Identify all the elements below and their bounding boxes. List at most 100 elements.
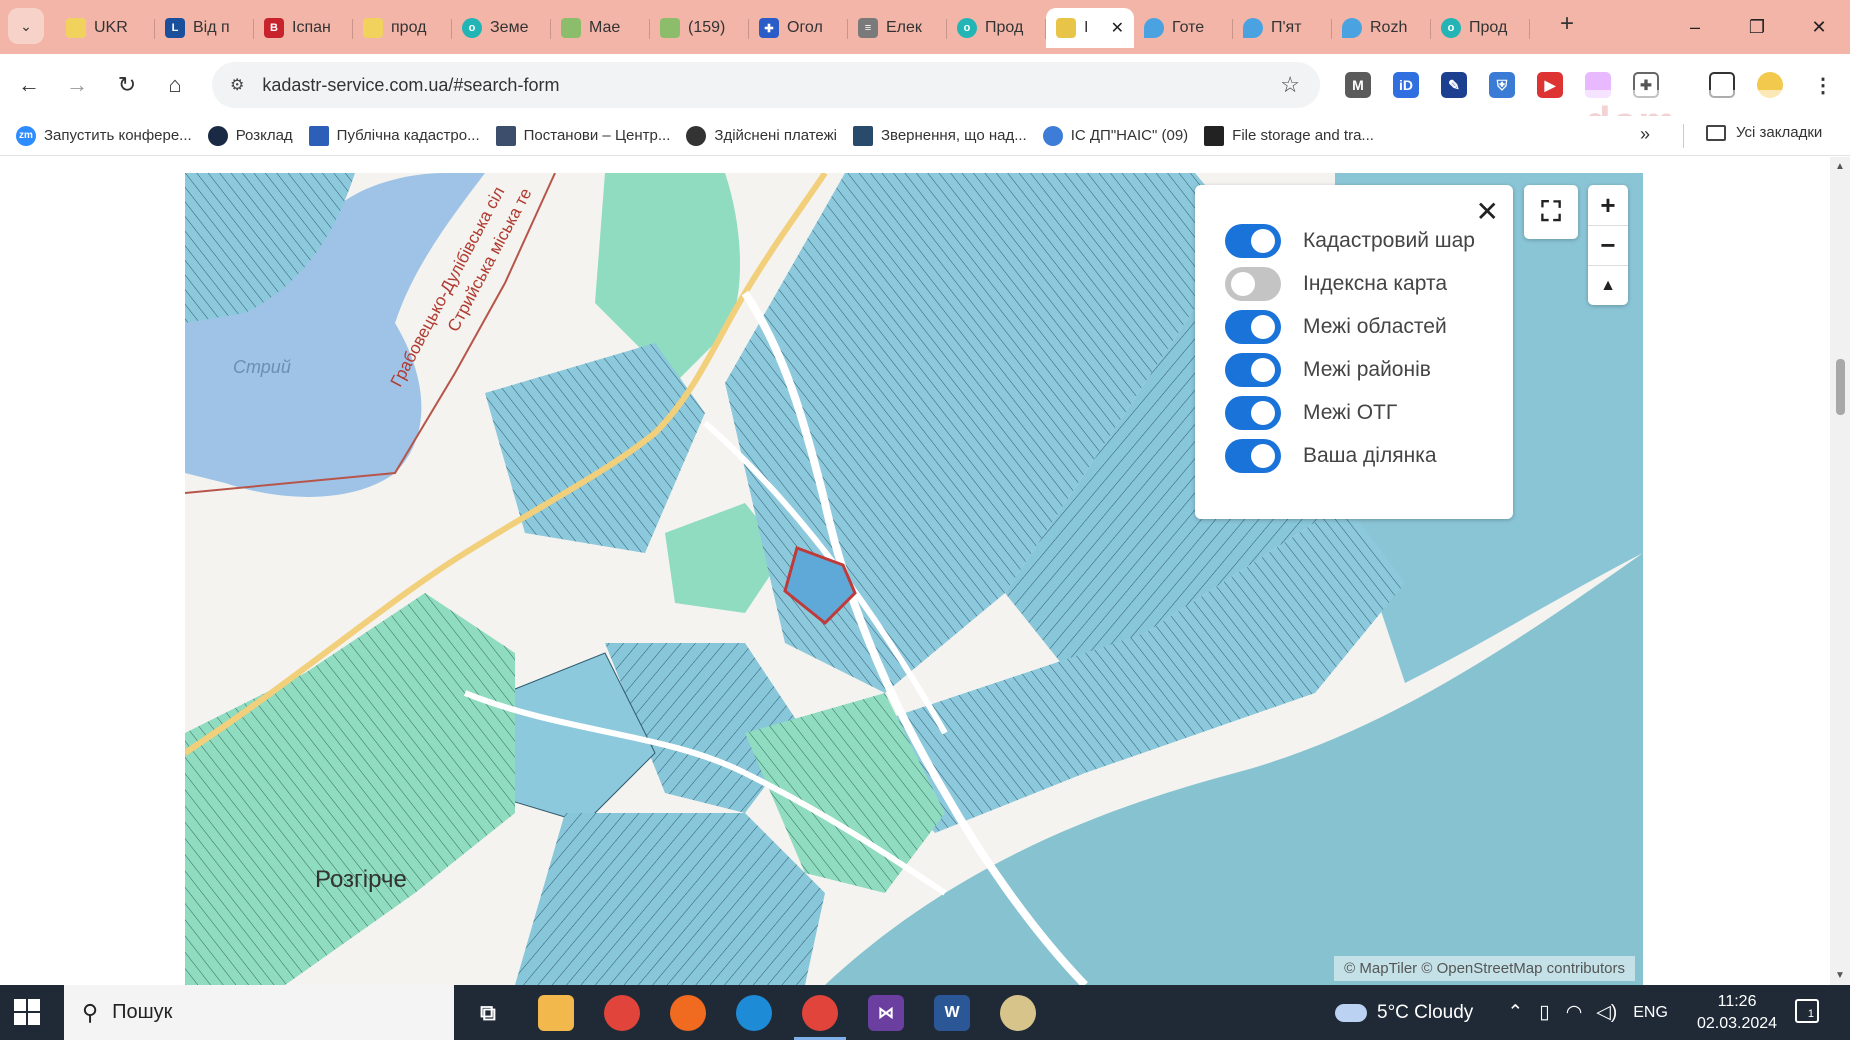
scroll-thumb[interactable] xyxy=(1836,359,1845,415)
restore-button[interactable]: ❐ xyxy=(1726,0,1788,54)
forward-arrow-icon[interactable]: → xyxy=(62,70,92,100)
layer-toggle-rayon[interactable]: Межі районів xyxy=(1225,352,1431,388)
more-bookmarks-icon[interactable]: » xyxy=(1640,124,1650,145)
search-placeholder: Пошук xyxy=(112,1001,173,1023)
reload-icon[interactable]: ↻ xyxy=(112,70,142,100)
tab-14[interactable]: o Прод xyxy=(1431,8,1530,48)
notifications-icon[interactable]: 1 xyxy=(1795,999,1819,1023)
tab-3[interactable]: прод xyxy=(353,8,452,48)
tab-strip: UKR L Від п B Іспан прод o Земе Мае (159) ✚… xyxy=(56,8,1530,54)
tab-6[interactable]: (159) xyxy=(650,8,749,48)
weather-text[interactable]: 5°C Cloudy xyxy=(1377,1002,1473,1024)
layer-toggle-index-map[interactable]: Індексна карта xyxy=(1225,266,1447,302)
edge-icon[interactable] xyxy=(736,995,772,1031)
map-attribution[interactable]: © MapTiler © OpenStreetMap contributors xyxy=(1334,956,1635,981)
battery-icon[interactable]: ▯ xyxy=(1539,1001,1549,1024)
system-tray: 5°C Cloudy ⌃ ▯ ◠ ◁) ENG xyxy=(1335,985,1668,1040)
layer-panel: ✕ Кадастровий шар Індексна карта Межі об… xyxy=(1195,185,1513,519)
tab-4[interactable]: o Земе xyxy=(452,8,551,48)
tab-label: П'ят xyxy=(1271,19,1302,36)
compass-icon[interactable]: ▲ xyxy=(1588,265,1628,305)
all-bookmarks-button[interactable]: Усі закладки xyxy=(1706,124,1822,141)
bookmark-item[interactable]: Здійснені платежі xyxy=(686,125,837,146)
chrome-icon[interactable] xyxy=(604,995,640,1031)
tab-search-dropdown-icon[interactable]: ⌄ xyxy=(8,8,44,44)
time-text: 11:26 xyxy=(1717,993,1757,1010)
page-scrollbar[interactable]: ▲ ▼ xyxy=(1830,157,1850,985)
minimize-button[interactable]: – xyxy=(1664,0,1726,54)
extension-pen-icon[interactable]: ✎ xyxy=(1441,72,1467,98)
address-bar[interactable]: ⚙ kadastr-service.com.ua/#search-form ☆ xyxy=(212,62,1320,108)
chrome-active-icon[interactable] xyxy=(794,995,846,1040)
close-icon[interactable]: ✕ xyxy=(1476,195,1499,228)
bookmark-item[interactable]: Публічна кадастро... xyxy=(308,125,480,146)
toggle-switch[interactable] xyxy=(1225,310,1281,344)
tab-1[interactable]: L Від п xyxy=(155,8,254,48)
close-tab-icon[interactable]: ✕ xyxy=(1111,18,1124,38)
bookmark-label: Публічна кадастро... xyxy=(336,127,480,144)
layer-label: Межі областей xyxy=(1303,315,1447,338)
toggle-switch[interactable] xyxy=(1225,353,1281,387)
bookmark-item[interactable]: Звернення, що над... xyxy=(852,125,1027,146)
toggle-switch[interactable] xyxy=(1225,267,1281,301)
tray-chevron-icon[interactable]: ⌃ xyxy=(1507,1001,1523,1024)
scroll-up-icon[interactable]: ▲ xyxy=(1835,161,1845,172)
maps-pin-favicon-icon xyxy=(1243,18,1263,38)
back-arrow-icon[interactable]: ← xyxy=(14,70,44,100)
visual-studio-icon[interactable]: ⋈ xyxy=(868,995,904,1031)
bookmark-item[interactable]: File storage and tra... xyxy=(1204,125,1374,146)
file-explorer-icon[interactable] xyxy=(538,995,574,1031)
url-text[interactable]: kadastr-service.com.ua/#search-form xyxy=(262,75,559,96)
tab-11[interactable]: Готе xyxy=(1134,8,1233,48)
volume-icon[interactable]: ◁) xyxy=(1596,1001,1617,1024)
close-window-button[interactable]: ✕ xyxy=(1788,0,1850,54)
taskbar-search[interactable]: ⚲ Пошук xyxy=(64,985,454,1040)
zoom-in-button[interactable]: + xyxy=(1588,185,1628,225)
bookmark-star-icon[interactable]: ☆ xyxy=(1280,72,1300,98)
task-view-icon[interactable]: ⧉ xyxy=(470,995,506,1031)
bookmark-label: Постанови – Центр... xyxy=(523,127,671,144)
layer-toggle-otg[interactable]: Межі ОТГ xyxy=(1225,395,1397,431)
layers-button[interactable]: ⛶ xyxy=(1524,185,1578,239)
language-indicator[interactable]: ENG xyxy=(1633,1004,1668,1022)
paint-icon[interactable] xyxy=(1000,995,1036,1031)
tab-13[interactable]: Rozh xyxy=(1332,8,1431,48)
bookmark-item[interactable]: Розклад xyxy=(207,125,293,146)
layer-toggle-oblast[interactable]: Межі областей xyxy=(1225,309,1447,345)
tab-9[interactable]: o Прод xyxy=(947,8,1046,48)
toggle-switch[interactable] xyxy=(1225,396,1281,430)
tab-7[interactable]: ✚ Огол xyxy=(749,8,848,48)
bookmark-label: ІС ДП"НАІС" (09) xyxy=(1070,127,1189,144)
word-icon[interactable]: W xyxy=(934,995,970,1031)
tab-0[interactable]: UKR xyxy=(56,8,155,48)
new-tab-button[interactable]: + xyxy=(1560,10,1574,38)
toggle-switch[interactable] xyxy=(1225,224,1281,258)
tab-12[interactable]: П'ят xyxy=(1233,8,1332,48)
bookmark-item[interactable]: zm Запустить конфере... xyxy=(16,125,192,146)
bookmark-item[interactable]: Постанови – Центр... xyxy=(495,125,671,146)
firefox-icon[interactable] xyxy=(670,995,706,1031)
menu-dots-icon[interactable]: ⋮ xyxy=(1810,72,1836,98)
home-icon[interactable]: ⌂ xyxy=(160,70,190,100)
tab-label: (159) xyxy=(688,19,726,36)
wifi-icon[interactable]: ◠ xyxy=(1566,1001,1583,1024)
site-info-icon[interactable]: ⚙ xyxy=(230,75,244,95)
extension-id-icon[interactable]: iD xyxy=(1393,72,1419,98)
nais-icon xyxy=(1042,125,1063,146)
extension-record-icon[interactable]: ▶ xyxy=(1537,72,1563,98)
layer-toggle-your-parcel[interactable]: Ваша ділянка xyxy=(1225,438,1437,474)
tab-active[interactable]: І ✕ xyxy=(1046,8,1134,48)
zoom-out-button[interactable]: − xyxy=(1588,225,1628,265)
windows-start-icon[interactable] xyxy=(14,999,42,1027)
extension-m-icon[interactable]: M xyxy=(1345,72,1371,98)
layer-toggle-cadastral[interactable]: Кадастровий шар xyxy=(1225,223,1475,259)
tab-2[interactable]: B Іспан xyxy=(254,8,353,48)
olx-favicon-icon: o xyxy=(1441,18,1461,38)
bookmark-item[interactable]: ІС ДП"НАІС" (09) xyxy=(1042,125,1189,146)
tab-5[interactable]: Мае xyxy=(551,8,650,48)
toggle-switch[interactable] xyxy=(1225,439,1281,473)
scroll-down-icon[interactable]: ▼ xyxy=(1835,970,1845,981)
clock[interactable]: 11:26 02.03.2024 xyxy=(1697,991,1777,1035)
extension-shield-icon[interactable]: ⛨ xyxy=(1489,72,1515,98)
tab-8[interactable]: ≡ Елек xyxy=(848,8,947,48)
